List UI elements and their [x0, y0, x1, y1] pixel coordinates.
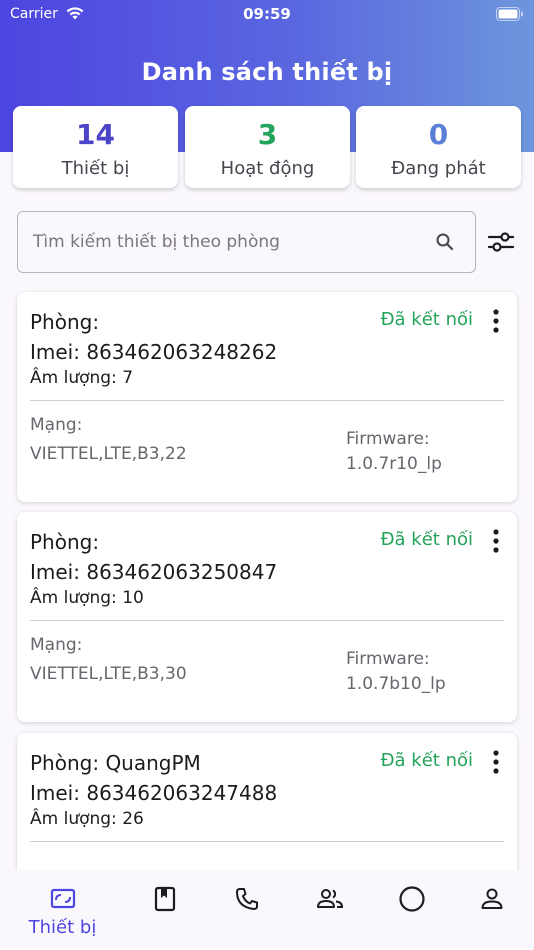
- nav-item-devices[interactable]: Thiết bị: [18, 870, 107, 950]
- nav-item-profile[interactable]: [447, 870, 534, 950]
- clock: 09:59: [243, 5, 291, 23]
- stat-active-value: 3: [257, 118, 278, 151]
- more-vert-icon[interactable]: [493, 529, 499, 553]
- device-room: Phòng:: [30, 530, 100, 554]
- connection-status: Đã kết nối: [380, 309, 473, 330]
- device-card[interactable]: Phòng: Imei: 863462063248262 Âm lượng: 7…: [17, 292, 517, 502]
- filter-icon[interactable]: [487, 228, 515, 256]
- bottom-nav: Thiết bị: [0, 870, 534, 950]
- book-icon: [154, 886, 176, 912]
- divider: [30, 400, 504, 401]
- nav-item-circle[interactable]: [366, 870, 455, 950]
- firmware-value: 1.0.7b10_lp: [346, 674, 446, 694]
- device-imei: Imei: 863462063247488: [30, 781, 278, 805]
- more-vert-icon[interactable]: [493, 309, 499, 333]
- divider: [30, 841, 504, 842]
- divider: [30, 620, 504, 621]
- stat-devices-value: 14: [76, 118, 115, 151]
- battery-icon: [496, 7, 523, 21]
- more-vert-icon[interactable]: [493, 750, 499, 774]
- stat-devices-label: Thiết bị: [61, 158, 130, 179]
- stat-playing-value: 0: [428, 118, 449, 151]
- device-card[interactable]: Phòng: Imei: 863462063250847 Âm lượng: 1…: [17, 512, 517, 722]
- phone-icon: [236, 888, 258, 910]
- stat-card-active: 3 Hoạt động: [185, 106, 350, 188]
- nav-item-book[interactable]: [120, 870, 209, 950]
- device-volume: Âm lượng: 10: [30, 588, 144, 608]
- firmware-value: 1.0.7r10_lp: [346, 454, 442, 474]
- device-card[interactable]: Phòng: QuangPM Imei: 863462063247488 Âm …: [17, 733, 517, 870]
- stat-playing-label: Đang phát: [391, 158, 486, 179]
- stat-card-devices: 14 Thiết bị: [13, 106, 178, 188]
- network-value: VIETTEL,LTE,B3,22: [30, 444, 187, 464]
- network-label: Mạng:: [30, 415, 83, 435]
- network-label: Mạng:: [30, 635, 83, 655]
- person-icon: [481, 888, 503, 909]
- device-room: Phòng:: [30, 310, 100, 334]
- device-icon: [50, 888, 76, 909]
- device-room: Phòng: QuangPM: [30, 751, 201, 775]
- device-volume: Âm lượng: 26: [30, 809, 144, 829]
- status-bar: Carrier 09:59: [0, 0, 534, 30]
- circle-icon: [399, 886, 425, 912]
- search-placeholder: Tìm kiếm thiết bị theo phòng: [33, 232, 280, 252]
- device-volume: Âm lượng: 7: [30, 368, 134, 388]
- device-imei: Imei: 863462063248262: [30, 340, 278, 364]
- connection-status: Đã kết nối: [380, 750, 473, 771]
- device-imei: Imei: 863462063250847: [30, 560, 278, 584]
- firmware-label: Firmware:: [346, 649, 430, 669]
- network-value: VIETTEL,LTE,B3,30: [30, 664, 187, 684]
- connection-status: Đã kết nối: [380, 529, 473, 550]
- search-input[interactable]: Tìm kiếm thiết bị theo phòng: [17, 211, 476, 273]
- search-icon[interactable]: [435, 232, 455, 252]
- nav-label-devices: Thiết bị: [28, 917, 97, 938]
- page-title: Danh sách thiết bị: [141, 58, 393, 86]
- stat-active-label: Hoạt động: [220, 158, 315, 179]
- nav-item-calls[interactable]: [202, 870, 291, 950]
- firmware-label: Firmware:: [346, 429, 430, 449]
- nav-item-groups[interactable]: [284, 870, 373, 950]
- stat-card-playing: 0 Đang phát: [356, 106, 521, 188]
- people-icon: [317, 889, 344, 908]
